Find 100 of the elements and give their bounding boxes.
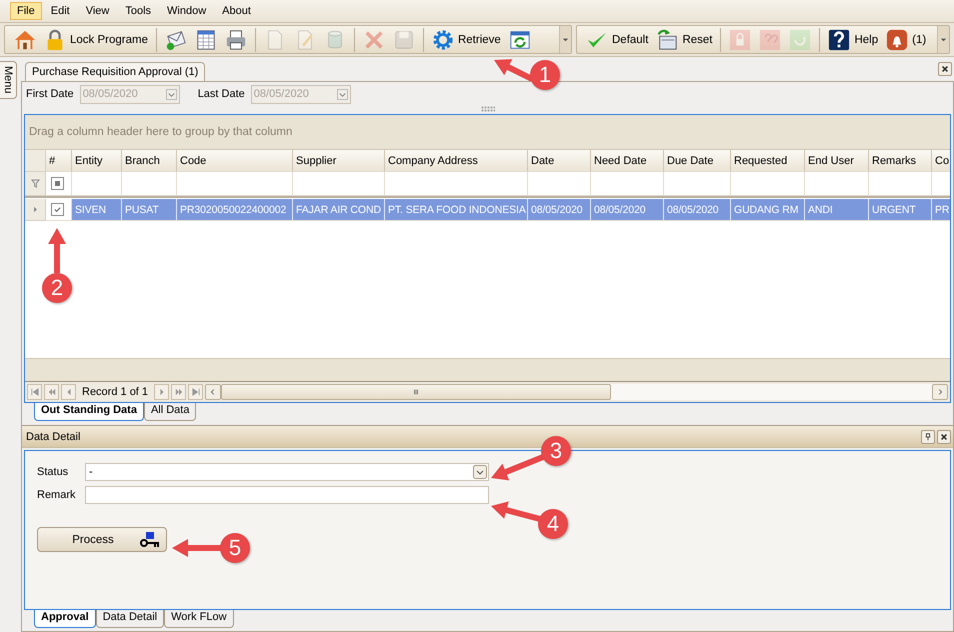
navigation-arrow-icon bbox=[30, 388, 38, 396]
filter-cell[interactable] bbox=[591, 172, 664, 196]
printer-icon bbox=[224, 28, 247, 50]
column-header[interactable]: Requested bbox=[731, 150, 805, 172]
caret-icon bbox=[940, 36, 947, 43]
tab[interactable]: Approval bbox=[34, 610, 96, 628]
navigator-button[interactable] bbox=[154, 384, 170, 400]
row-checkbox[interactable] bbox=[51, 203, 64, 216]
close-icon bbox=[941, 65, 949, 73]
toolbar-button[interactable]: Help bbox=[825, 28, 882, 52]
tab[interactable]: Data Detail bbox=[96, 610, 164, 628]
navigator-button[interactable] bbox=[61, 384, 76, 400]
toolbar-button[interactable]: Reset bbox=[653, 28, 716, 52]
toolbar-button[interactable]: Lock Programe bbox=[41, 28, 151, 52]
column-header[interactable]: Supplier bbox=[293, 150, 385, 172]
scroll-left-button[interactable] bbox=[205, 384, 222, 400]
table-cell: ANDI bbox=[805, 199, 869, 221]
column-header[interactable]: # bbox=[46, 150, 72, 172]
column-header[interactable]: Co bbox=[932, 150, 950, 172]
column-header[interactable]: Remarks bbox=[869, 150, 932, 172]
filter-cell[interactable] bbox=[122, 172, 177, 196]
table-cell: URGENT bbox=[869, 199, 932, 221]
pin-icon bbox=[924, 432, 932, 440]
tab[interactable]: All Data bbox=[144, 403, 196, 421]
column-header[interactable]: Company Address bbox=[385, 150, 528, 172]
navigation-arrow-icon bbox=[158, 388, 166, 396]
close-button[interactable] bbox=[937, 430, 951, 444]
menu-item[interactable]: Window bbox=[160, 2, 214, 20]
gear-icon bbox=[432, 28, 454, 50]
checkmark-icon bbox=[53, 205, 62, 214]
column-header[interactable]: Entity bbox=[72, 150, 122, 172]
filter-cell[interactable] bbox=[528, 172, 591, 196]
navigator-button[interactable] bbox=[27, 384, 42, 400]
table-cell: PT. SERA FOOD INDONESIA bbox=[385, 199, 528, 221]
chevron-right-icon bbox=[936, 388, 944, 396]
column-header[interactable]: Branch bbox=[122, 150, 177, 172]
status-dropdown[interactable]: - bbox=[85, 463, 489, 481]
column-header[interactable]: Code bbox=[177, 150, 293, 172]
house-icon bbox=[14, 28, 36, 50]
cycle-icon bbox=[789, 28, 812, 50]
table-cell: 08/05/2020 bbox=[591, 199, 664, 221]
menu-item[interactable]: File bbox=[10, 2, 42, 20]
window-refresh-icon bbox=[508, 28, 531, 50]
toolbar-button[interactable]: Default bbox=[583, 28, 652, 52]
delete-icon bbox=[362, 28, 385, 50]
question-marks-icon bbox=[759, 28, 782, 50]
tab[interactable]: Work FLow bbox=[164, 610, 234, 628]
menu-item[interactable]: Edit bbox=[44, 2, 77, 20]
navigator-button[interactable] bbox=[44, 384, 59, 400]
table-cell: PUSAT bbox=[122, 199, 177, 221]
toolbar-button[interactable]: (1) bbox=[883, 28, 930, 52]
filter-cell[interactable] bbox=[177, 172, 293, 196]
column-header[interactable]: Due Date bbox=[664, 150, 731, 172]
close-icon bbox=[940, 432, 948, 440]
remark-field[interactable] bbox=[85, 486, 489, 504]
splitter-grip[interactable] bbox=[480, 106, 494, 112]
filter-cell[interactable] bbox=[664, 172, 731, 196]
filter-cell[interactable] bbox=[805, 172, 869, 196]
filter-icon bbox=[30, 179, 40, 188]
document-tab[interactable]: Purchase Requisition Approval (1) bbox=[25, 62, 206, 81]
toolbar-overflow-button[interactable] bbox=[937, 26, 949, 53]
filter-cell[interactable] bbox=[293, 172, 385, 196]
column-header[interactable]: End User bbox=[805, 150, 869, 172]
column-header[interactable]: Date bbox=[528, 150, 591, 172]
pin-button[interactable] bbox=[921, 430, 935, 444]
filter-cell[interactable] bbox=[385, 172, 528, 196]
navigator-button[interactable] bbox=[188, 384, 204, 400]
column-header[interactable]: Need Date bbox=[591, 150, 664, 172]
filter-cell[interactable] bbox=[731, 172, 805, 196]
navigation-arrow-icon bbox=[48, 388, 56, 396]
menu-item[interactable]: About bbox=[215, 2, 258, 20]
navigator-button[interactable] bbox=[171, 384, 186, 400]
toolbar-button[interactable]: Retrieve bbox=[428, 28, 504, 52]
navigation-arrow-icon bbox=[174, 388, 183, 396]
toolbar-overflow-button[interactable] bbox=[559, 26, 571, 53]
table-cell: FAJAR AIR COND bbox=[293, 199, 385, 221]
field-label: Remark bbox=[37, 489, 77, 501]
table-cell: GUDANG RM bbox=[731, 199, 805, 221]
table-cell: PR bbox=[932, 199, 950, 221]
panel-title: Data Detail bbox=[26, 430, 80, 442]
group-hint-text: Drag a column header here to group by that column bbox=[29, 126, 292, 138]
grip-lines-icon bbox=[412, 388, 420, 396]
navigation-arrow-icon bbox=[192, 388, 200, 396]
close-button[interactable] bbox=[938, 62, 952, 76]
horizontal-scrollbar[interactable] bbox=[205, 384, 948, 400]
filter-cell[interactable] bbox=[72, 172, 122, 196]
side-tab[interactable]: Menu bbox=[0, 61, 17, 99]
spreadsheet-icon bbox=[194, 28, 217, 50]
current-row-icon bbox=[32, 206, 38, 213]
filter-cell[interactable] bbox=[869, 172, 932, 196]
process-button[interactable]: Process bbox=[37, 527, 167, 552]
table-cell: 08/05/2020 bbox=[664, 199, 731, 221]
filter-checkbox[interactable] bbox=[51, 177, 64, 190]
tab[interactable]: Out Standing Data bbox=[34, 403, 144, 421]
scroll-thumb[interactable] bbox=[221, 384, 612, 400]
menu-item[interactable]: Tools bbox=[118, 2, 158, 20]
form-arrow-icon bbox=[656, 28, 678, 50]
field-label: Status bbox=[37, 466, 70, 478]
menu-item[interactable]: View bbox=[78, 2, 116, 20]
scroll-right-button[interactable] bbox=[932, 384, 948, 400]
